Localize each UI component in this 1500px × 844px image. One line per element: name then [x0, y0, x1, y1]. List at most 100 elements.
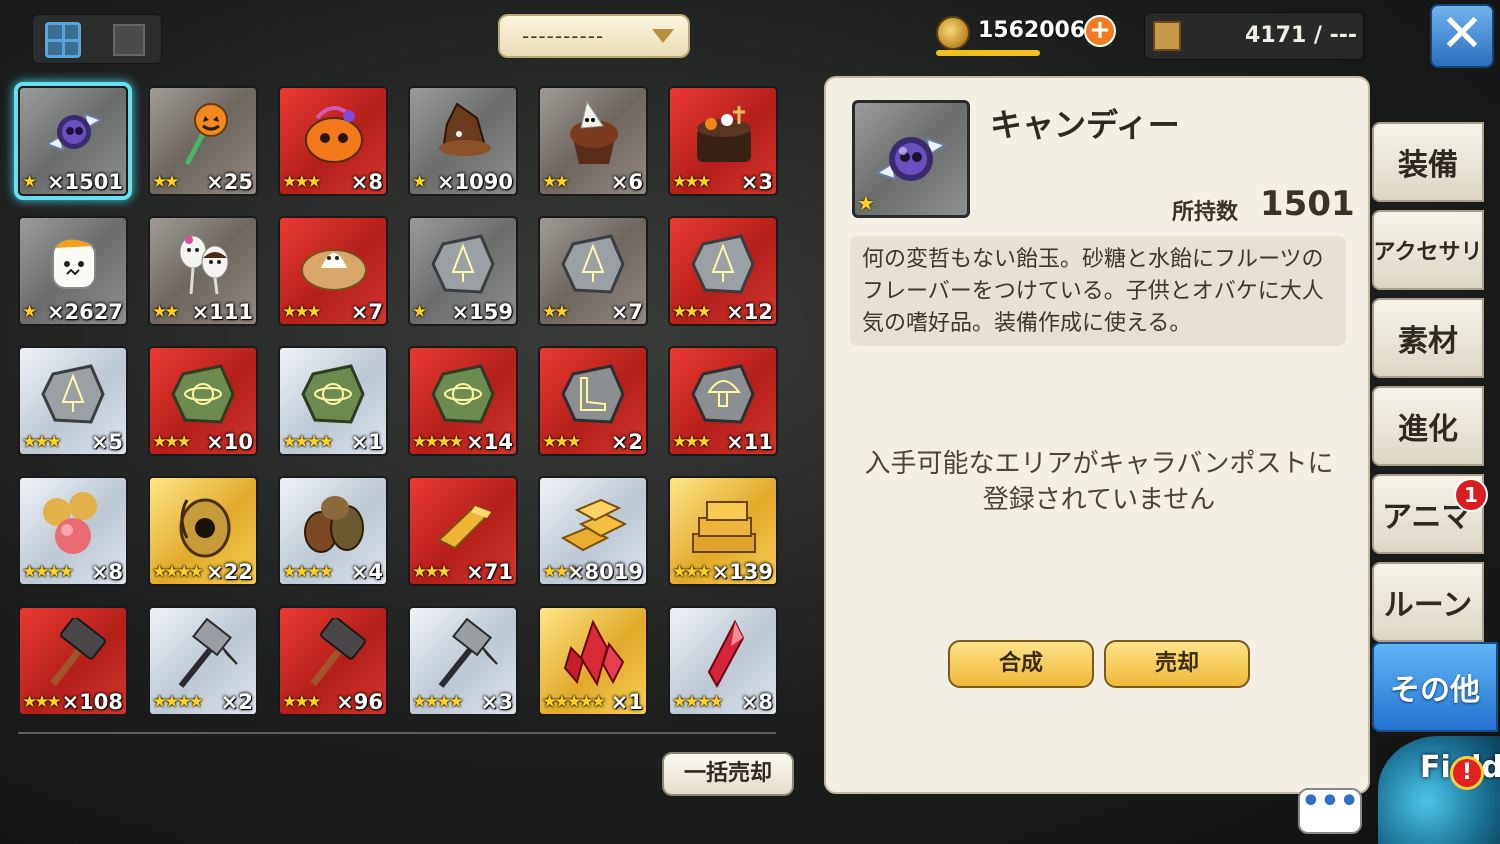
cupcake-icon [557, 98, 631, 168]
item-count: ×8 [740, 690, 773, 714]
war-hammer-icon [427, 618, 501, 688]
tree-rune-green-item[interactable]: ★★ ×7 [538, 216, 648, 326]
item-count: ×5 [90, 430, 123, 454]
filter-dropdown[interactable]: ---------- [498, 14, 690, 58]
synthesize-button[interactable]: 合成 [948, 640, 1094, 688]
close-button[interactable]: ✕ [1430, 4, 1494, 68]
orbs-icon [37, 488, 111, 558]
tab-rune[interactable]: ルーン [1372, 562, 1484, 642]
loot-bags-item[interactable]: ★★★★ ×4 [278, 476, 388, 586]
gold-egg-item[interactable]: ★★★★ ×22 [148, 476, 258, 586]
ghost-cupcake-item[interactable]: ★★ ×6 [538, 86, 648, 196]
gold-bar [936, 50, 1040, 56]
planet-rune-blue2-item[interactable]: ★★★★ ×14 [408, 346, 518, 456]
view-toggle [32, 14, 162, 64]
marshmallow-item[interactable]: ★ ×2627 [18, 216, 128, 326]
pumpkin-lollipop-item[interactable]: ★★ ×25 [148, 86, 258, 196]
item-count: ×10 [206, 430, 253, 454]
single-view-icon[interactable] [113, 24, 145, 56]
item-count: ×4 [350, 560, 383, 584]
tab-accessory[interactable]: アクセサリ [1372, 210, 1484, 290]
tab-materials[interactable]: 素材 [1372, 298, 1484, 378]
rarity-stars: ★★ [152, 172, 180, 192]
rarity-stars: ★★★ [282, 692, 322, 712]
item-count: ×22 [206, 560, 253, 584]
item-count: ×1 [350, 430, 383, 454]
capacity-value: 4171 / --- [1245, 23, 1357, 48]
rarity-stars: ★ [412, 302, 427, 322]
add-gold-button[interactable]: + [1084, 15, 1116, 47]
ghost-pops-item[interactable]: ★★ ×111 [148, 216, 258, 326]
war-hammer-silver2-item[interactable]: ★★★★ ×3 [408, 606, 518, 716]
chocolate-hat-icon [427, 98, 501, 168]
rarity-stars: ★★★★ [152, 692, 204, 712]
planet-rune-green-item[interactable]: ★★★ ×10 [148, 346, 258, 456]
halloween-cake-item[interactable]: ★★★ ×3 [668, 86, 778, 196]
rarity-stars: ★★★ [152, 432, 192, 452]
red-crystals-item[interactable]: ★★★★★ ×1 [538, 606, 648, 716]
marshmallow-icon [37, 228, 111, 298]
orbs-item[interactable]: ★★★★ ×8 [18, 476, 128, 586]
item-grid: ★ ×1501 ★★ ×25 ★★★ ×8 ★ ×1090 ★★ ×6 ★★★ ×3 ★ ×2627 ★★ ×… [18, 86, 778, 716]
tab-other[interactable]: その他 [1372, 642, 1498, 732]
pumpkin-lollipop-icon [167, 98, 241, 168]
rarity-stars: ★★★★ [282, 562, 334, 582]
rarity-stars: ★★★★ [672, 692, 724, 712]
crystal-icon [687, 618, 761, 688]
hammer-red-item[interactable]: ★★★ ×108 [18, 606, 128, 716]
pumpkin-basket-item[interactable]: ★★★ ×8 [278, 86, 388, 196]
field-button[interactable]: Field ! [1378, 736, 1500, 844]
alert-icon: ! [1450, 756, 1484, 790]
item-count: ×111 [191, 300, 253, 324]
loot-bag-icon [297, 488, 371, 558]
gold-bars-item[interactable]: ★★★ ×8019 [538, 476, 648, 586]
tree-rune-gray-item[interactable]: ★ ×159 [408, 216, 518, 326]
tab-evolution[interactable]: 進化 [1372, 386, 1484, 466]
gold-bar-item[interactable]: ★★★ ×71 [408, 476, 518, 586]
grid-view-icon[interactable] [45, 22, 81, 58]
candy-item[interactable]: ★ ×1501 [18, 86, 128, 196]
gold-counter: 1562006 + [936, 14, 1116, 56]
sell-button[interactable]: 売却 [1104, 640, 1250, 688]
item-count: ×7 [350, 300, 383, 324]
area-message-line2: 登録されていません [982, 485, 1216, 515]
tree-rune-blue-item[interactable]: ★★★ ×12 [668, 216, 778, 326]
red-crystal-item[interactable]: ★★★★ ×8 [668, 606, 778, 716]
mushroom-rune-item[interactable]: ★★★ ×11 [668, 346, 778, 456]
chat-button[interactable]: ••• [1298, 787, 1362, 834]
tree-rune-icon [37, 358, 111, 428]
divider [18, 732, 776, 734]
hammer-red2-item[interactable]: ★★★ ×96 [278, 606, 388, 716]
hammer-icon [37, 618, 111, 688]
candy-icon [37, 98, 111, 168]
ghost-pie-item[interactable]: ★★★ ×7 [278, 216, 388, 326]
item-count: ×14 [466, 430, 513, 454]
rarity-stars: ★ [22, 302, 37, 322]
item-count: ×2 [610, 430, 643, 454]
item-count: ×159 [451, 300, 513, 324]
bulk-sell-button[interactable]: 一括売却 [662, 752, 794, 796]
gold-bars-icon [557, 488, 631, 558]
gold-value: 1562006 [978, 18, 1086, 43]
item-count: ×71 [466, 560, 513, 584]
tab-equipment[interactable]: 装備 [1372, 122, 1484, 202]
boot-rune-icon [557, 358, 631, 428]
gold-stack-item[interactable]: ★★★ ×139 [668, 476, 778, 586]
rarity-stars: ★★★★ [282, 432, 334, 452]
rarity-stars: ★★★★ [152, 562, 204, 582]
tree-rune-icon [687, 228, 761, 298]
chocolate-hat-item[interactable]: ★ ×1090 [408, 86, 518, 196]
selected-item-icon: ★ [852, 100, 970, 218]
item-count: ×96 [336, 690, 383, 714]
tree-rune-silver-item[interactable]: ★★★ ×5 [18, 346, 128, 456]
inventory-capacity: 4171 / --- [1144, 12, 1364, 60]
rarity-stars: ★★★★ [412, 432, 464, 452]
planet-rune-blue-item[interactable]: ★★★★ ×1 [278, 346, 388, 456]
rarity-stars: ★★★ [542, 432, 582, 452]
item-description: 何の変哲もない飴玉。砂糖と水飴にフルーツのフレーバーをつけている。子供とオバケに… [862, 247, 1324, 336]
rarity-stars: ★★★★ [412, 692, 464, 712]
item-count: ×1 [610, 690, 643, 714]
item-count: ×3 [740, 170, 773, 194]
boot-rune-item[interactable]: ★★★ ×2 [538, 346, 648, 456]
war-hammer-silver-item[interactable]: ★★★★ ×2 [148, 606, 258, 716]
